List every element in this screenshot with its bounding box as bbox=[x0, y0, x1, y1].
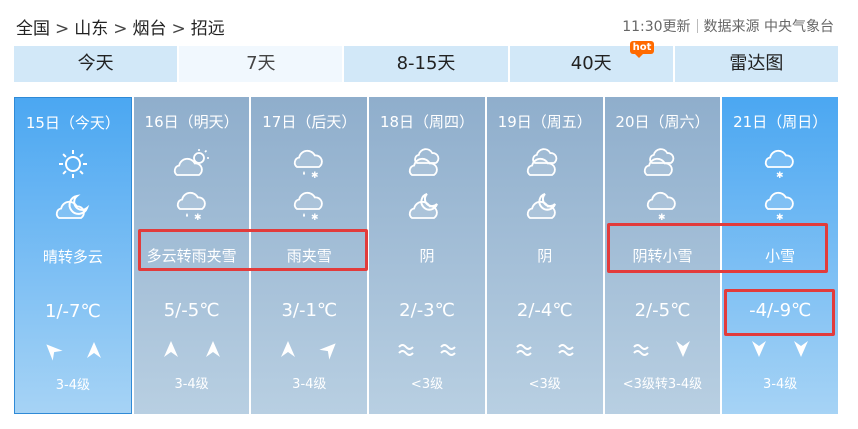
wind-direction bbox=[487, 339, 603, 359]
wave-icon bbox=[557, 344, 574, 356]
wind-direction bbox=[251, 339, 367, 360]
day-date: 16日（明天） bbox=[144, 113, 239, 131]
wind-arrow-icon bbox=[281, 341, 296, 357]
hot-badge: hot bbox=[629, 41, 655, 58]
wind-level: 3-4级 bbox=[55, 378, 90, 393]
svg-text:✱: ✱ bbox=[776, 171, 784, 179]
wave-icon bbox=[398, 344, 414, 356]
svg-text:✱: ✱ bbox=[311, 171, 319, 179]
sleet-icon: ✱ bbox=[294, 191, 324, 221]
svg-text:✱: ✱ bbox=[311, 213, 319, 221]
light-snow-icon: ✱ bbox=[765, 191, 794, 221]
tab-7-days[interactable]: 7天 bbox=[179, 46, 343, 82]
tab-label: 雷达图 bbox=[729, 53, 784, 74]
wind-direction bbox=[134, 339, 250, 359]
day-date: 17日（后天） bbox=[262, 113, 357, 131]
wind-level: <3级 bbox=[528, 377, 561, 392]
breadcrumb-province[interactable]: 山东 bbox=[74, 14, 108, 39]
wind-direction bbox=[15, 340, 131, 361]
cloudy-night-icon bbox=[526, 193, 556, 219]
tab-label: 40天 bbox=[570, 53, 612, 74]
day-date: 15日（今天） bbox=[25, 114, 120, 132]
wind-arrow-icon bbox=[86, 342, 101, 358]
temperature-range: 2/-5℃ bbox=[634, 300, 691, 321]
wind-direction bbox=[369, 339, 485, 359]
day-date: 19日（周五） bbox=[497, 113, 592, 131]
temperature-range: 2/-3℃ bbox=[399, 300, 455, 321]
wind-level: 3-4级 bbox=[292, 377, 327, 392]
wind-arrow-icon bbox=[46, 344, 63, 361]
wind-level: 3-4级 bbox=[763, 377, 798, 392]
tab-8-15-days[interactable]: 8-15天 bbox=[344, 46, 508, 82]
weather-description: 晴转多云 bbox=[42, 248, 103, 266]
cloudy-night-icon bbox=[408, 193, 438, 219]
wind-level: 3-4级 bbox=[174, 377, 209, 392]
day-date: 20日（周六） bbox=[615, 113, 710, 131]
wave-icon bbox=[440, 344, 456, 356]
sleet-icon: ✱ bbox=[176, 191, 206, 221]
breadcrumb-separator: > bbox=[113, 19, 128, 39]
breadcrumb-separator: > bbox=[55, 19, 70, 39]
temperature-range: 3/-1℃ bbox=[281, 300, 338, 321]
temperature-range: 1/-7℃ bbox=[45, 301, 101, 322]
divider bbox=[696, 19, 698, 33]
light-snow-icon: ✱ bbox=[647, 191, 677, 221]
tab-label: 8-15天 bbox=[396, 53, 456, 74]
highlight-box bbox=[138, 229, 368, 271]
temperature-range: 2/-4℃ bbox=[516, 300, 573, 321]
day-column[interactable]: 18日（周四） 阴 2/-3℃ <3级 bbox=[369, 97, 485, 414]
breadcrumb-county: 招远 bbox=[190, 19, 225, 39]
svg-text:✱: ✱ bbox=[194, 213, 202, 221]
wind-arrow-icon bbox=[319, 343, 336, 360]
day-column[interactable]: 15日（今天） 晴转多云 1/-7℃ 3-4级 bbox=[14, 97, 132, 414]
wind-arrow-icon bbox=[163, 341, 178, 357]
data-provider: 数据来源 中央气象台 bbox=[703, 19, 834, 35]
wave-icon bbox=[633, 344, 650, 356]
weather-description: 阴 bbox=[419, 247, 435, 265]
breadcrumb-city[interactable]: 烟台 bbox=[133, 14, 167, 39]
breadcrumb-separator: > bbox=[171, 19, 186, 39]
wind-direction bbox=[722, 339, 838, 359]
breadcrumb: 全国 > 山东 > 烟台 > 招远 bbox=[16, 14, 225, 39]
overcast-icon bbox=[526, 148, 558, 176]
weather-description: 阴 bbox=[537, 247, 553, 265]
wave-icon bbox=[515, 344, 532, 356]
forecast-tabs: 今天 7天 8-15天 40天 hot 雷达图 bbox=[14, 41, 839, 82]
update-time: 11:30更新 bbox=[622, 19, 691, 35]
wind-arrow-icon bbox=[752, 341, 767, 357]
tab-radar[interactable]: 雷达图 bbox=[674, 46, 839, 82]
tab-40-days[interactable]: 40天 hot bbox=[509, 41, 673, 82]
wind-arrow-icon bbox=[794, 341, 809, 357]
light-snow-icon: ✱ bbox=[765, 149, 794, 179]
wind-arrow-icon bbox=[205, 341, 220, 357]
sun-icon bbox=[58, 150, 87, 178]
svg-text:✱: ✱ bbox=[776, 213, 784, 221]
day-column[interactable]: 19日（周五） 阴 2/-4℃ <3级 bbox=[486, 97, 603, 414]
wind-direction bbox=[605, 339, 721, 359]
tab-today[interactable]: 今天 bbox=[14, 46, 178, 82]
wind-arrow-icon bbox=[676, 341, 691, 357]
partly-cloudy-icon bbox=[173, 149, 209, 176]
overcast-icon bbox=[644, 148, 675, 176]
overcast-icon bbox=[408, 148, 440, 176]
day-date: 21日（周日） bbox=[733, 113, 828, 131]
data-source: 11:30更新 数据来源 中央气象台 bbox=[622, 16, 834, 36]
wind-level: <3级 bbox=[410, 377, 444, 392]
sleet-icon: ✱ bbox=[294, 149, 324, 179]
tab-label: 今天 bbox=[77, 53, 114, 74]
svg-text:✱: ✱ bbox=[658, 213, 666, 221]
temperature-range: 5/-5℃ bbox=[163, 300, 220, 321]
wind-level: <3级转3-4级 bbox=[622, 377, 703, 392]
highlight-box bbox=[724, 289, 835, 336]
highlight-box bbox=[607, 223, 828, 273]
breadcrumb-national[interactable]: 全国 bbox=[16, 14, 50, 39]
top-bar: 全国 > 山东 > 烟台 > 招远 11:30更新 数据来源 中央气象台 bbox=[0, 0, 858, 42]
partly-cloudy-night-icon bbox=[55, 194, 90, 219]
day-date: 18日（周四） bbox=[379, 113, 475, 131]
tab-label: 7天 bbox=[246, 53, 276, 74]
